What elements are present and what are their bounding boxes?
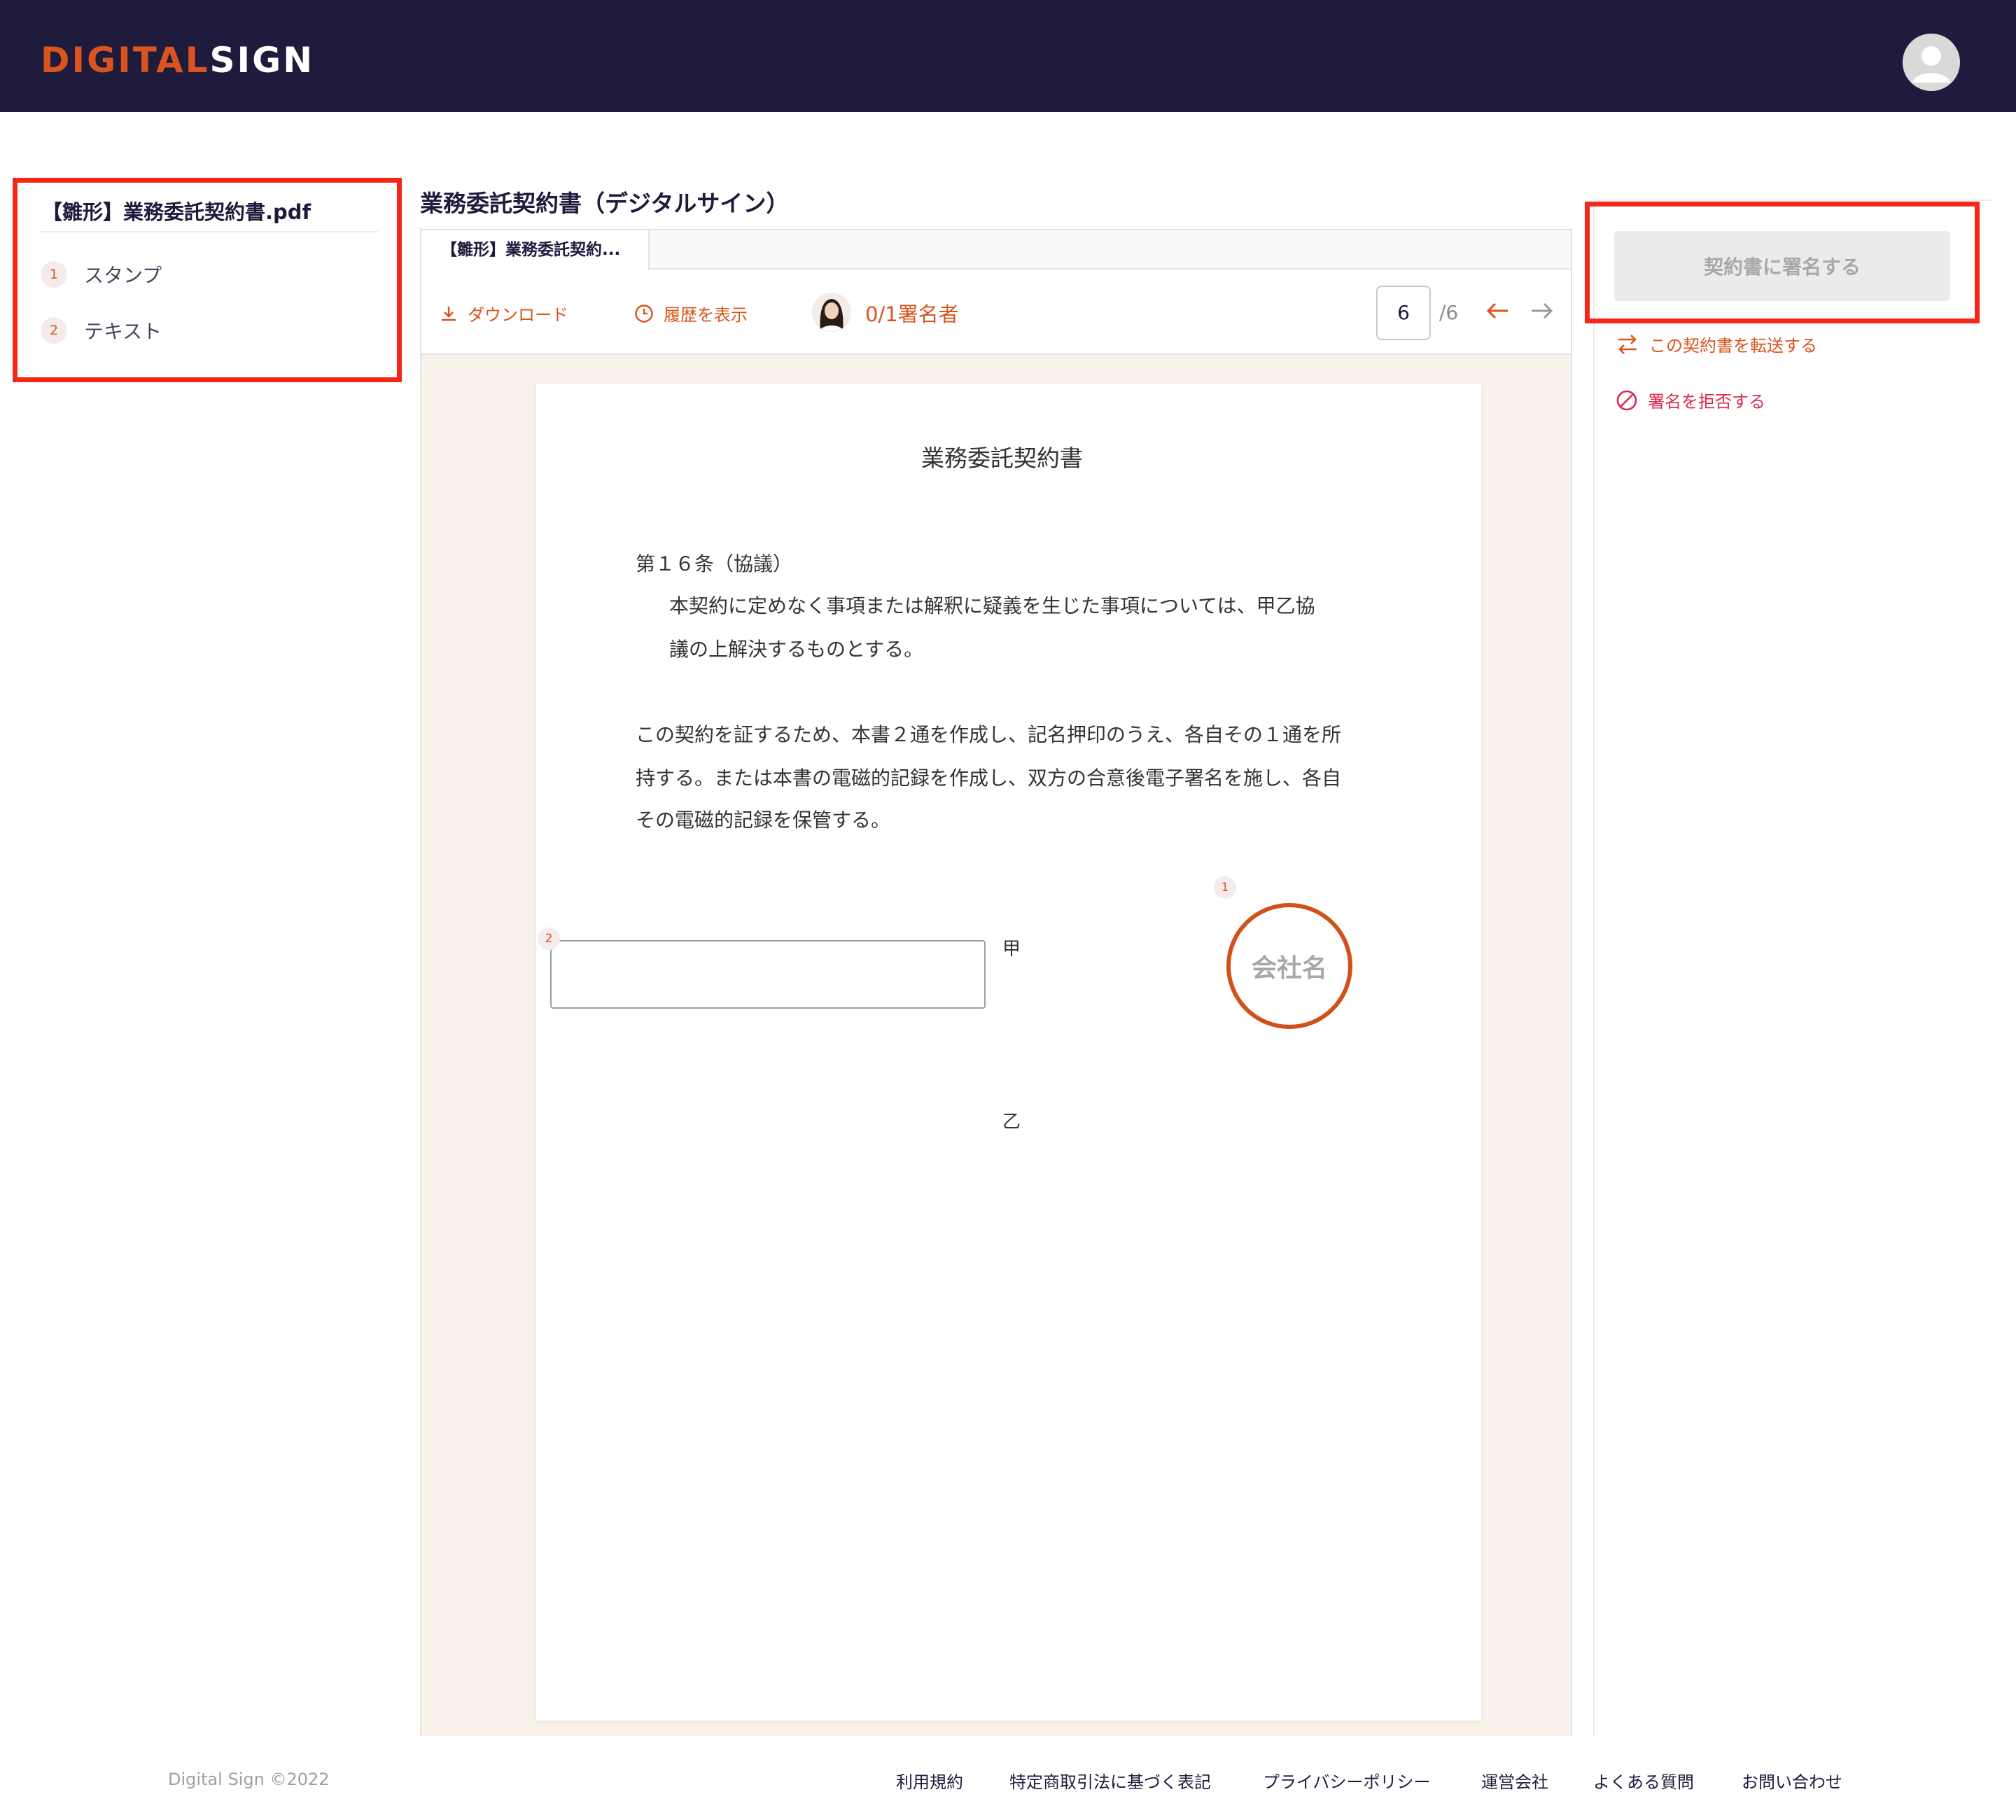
signer-avatar bbox=[812, 293, 851, 332]
show-history-button[interactable]: 履歴を表示 bbox=[634, 301, 748, 326]
download-icon bbox=[442, 306, 456, 321]
document-title: 業務委託契約書（デジタルサイン） bbox=[420, 190, 790, 217]
text-input-field[interactable] bbox=[550, 940, 986, 1009]
paragraph-line: 本契約に定めなく事項または解釈に疑義を生じた事項については、甲乙協 bbox=[669, 594, 1315, 617]
right-panel-divider bbox=[1593, 200, 1595, 1736]
footer-link-contact[interactable]: お問い合わせ bbox=[1742, 1768, 1842, 1793]
paragraph-line: 議の上解決するものとする。 bbox=[669, 638, 924, 661]
sidebar-file-name: 【雛形】業務委託契約書.pdf bbox=[42, 200, 312, 224]
signer-count[interactable]: 0/1署名者 bbox=[865, 298, 959, 328]
paragraph-line: この契約を証するため、本書２通を作成し、記名押印のうえ、各自その１通を所 bbox=[636, 723, 1342, 746]
next-page-arrow-icon[interactable] bbox=[1527, 297, 1555, 328]
logo-text-digital: DIGITAL bbox=[41, 40, 210, 80]
field-label: テキスト bbox=[84, 320, 162, 343]
footer-link-commerce-law[interactable]: 特定商取引法に基づく表記 bbox=[1009, 1768, 1211, 1793]
field-number-badge: 2 bbox=[41, 317, 67, 344]
field-label: スタンプ bbox=[84, 264, 162, 287]
transfer-arrows-icon bbox=[1618, 334, 1637, 354]
party-b-label: 乙 bbox=[1002, 1112, 1021, 1133]
text-field-number-badge: 2 bbox=[538, 927, 560, 950]
transfer-label: この契約書を転送する bbox=[1649, 336, 1817, 356]
footer-link-faq[interactable]: よくある質問 bbox=[1593, 1768, 1694, 1793]
paragraph-line: 持する。または本書の電磁的記録を作成し、双方の合意後電子署名を施し、各自 bbox=[636, 766, 1342, 790]
history-label: 履歴を表示 bbox=[664, 305, 748, 325]
download-label: ダウンロード bbox=[468, 305, 568, 325]
footer-link-privacy[interactable]: プライバシーポリシー bbox=[1263, 1768, 1431, 1793]
user-avatar-icon[interactable] bbox=[1903, 34, 1960, 91]
party-a-label: 甲 bbox=[1002, 939, 1021, 960]
document-page bbox=[536, 384, 1481, 1721]
footer-link-terms[interactable]: 利用規約 bbox=[896, 1768, 963, 1793]
page-number-input[interactable]: 6 bbox=[1376, 286, 1431, 340]
stamp-field-number-badge: 1 bbox=[1214, 876, 1236, 899]
sidebar-field-stamp[interactable]: 1 スタンプ bbox=[41, 259, 335, 290]
reject-label: 署名を拒否する bbox=[1648, 392, 1765, 412]
field-number-badge: 1 bbox=[41, 261, 67, 288]
sidebar-divider bbox=[41, 231, 378, 232]
clock-icon bbox=[635, 304, 653, 323]
logo-text-sign: SIGN bbox=[209, 40, 315, 80]
paragraph-line: その電磁的記録を保管する。 bbox=[636, 808, 891, 832]
page-heading: 業務委託契約書 bbox=[921, 444, 1083, 472]
right-panel-top-line bbox=[1593, 200, 1992, 201]
download-button[interactable]: ダウンロード bbox=[440, 301, 568, 326]
transfer-contract-link[interactable]: この契約書を転送する bbox=[1616, 332, 1817, 356]
prohibited-icon bbox=[1616, 390, 1637, 410]
digitalsign-logo[interactable]: DIGITALSIGN bbox=[41, 39, 314, 81]
company-stamp-field[interactable]: 会社名 bbox=[1226, 903, 1352, 1029]
tab-document[interactable]: 【雛形】業務委託契約... bbox=[421, 230, 650, 271]
article-heading: 第１６条（協議） bbox=[636, 552, 793, 575]
sign-contract-button[interactable]: 契約書に署名する bbox=[1614, 231, 1950, 301]
page-total: /6 bbox=[1439, 301, 1459, 324]
reject-signature-link[interactable]: 署名を拒否する bbox=[1616, 388, 1765, 412]
sidebar-field-text[interactable]: 2 テキスト bbox=[41, 315, 335, 346]
previous-page-arrow-icon[interactable] bbox=[1484, 297, 1512, 328]
footer-link-company[interactable]: 運営会社 bbox=[1481, 1768, 1548, 1793]
footer-copyright: Digital Sign ©2022 bbox=[168, 1770, 330, 1789]
